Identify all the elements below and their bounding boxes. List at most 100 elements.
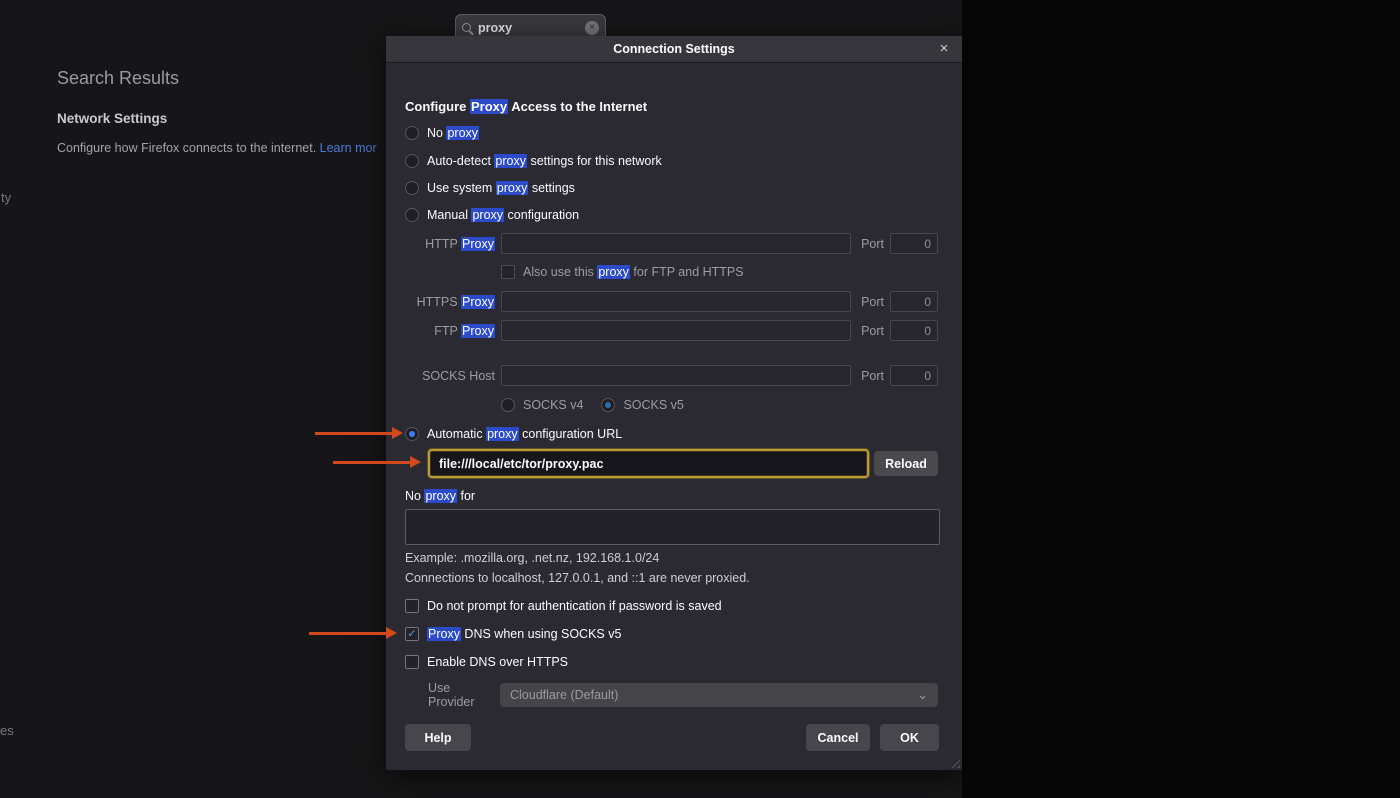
label-highlight: Proxy [427, 627, 461, 641]
label-highlight: proxy [424, 489, 457, 503]
socks-port-input [890, 365, 938, 386]
no-proxy-for-textarea[interactable] [405, 509, 940, 545]
socks-version-row: SOCKS v4 SOCKS v5 [405, 398, 938, 412]
label-pre: HTTPS [417, 295, 461, 309]
ok-button[interactable]: OK [880, 724, 939, 751]
heading-pre: Configure [405, 99, 470, 114]
sidebar-label-fragment-top: ty [1, 190, 11, 205]
also-use-proxy-row: Also use this proxy for FTP and HTTPS [405, 265, 938, 279]
sidebar-label-fragment-bottom: es [0, 723, 14, 738]
reload-button[interactable]: Reload [874, 451, 938, 476]
connection-settings-dialog: Connection Settings × Configure Proxy Ac… [386, 36, 962, 770]
description-text: Configure how Firefox connects to the in… [57, 141, 320, 155]
no-prompt-auth-checkbox[interactable] [405, 599, 419, 613]
label-pre: FTP [434, 324, 461, 338]
close-icon[interactable]: × [935, 40, 953, 58]
provider-row: Use Provider Cloudflare (Default) ⌄ [405, 681, 938, 709]
socks-host-label: SOCKS Host [405, 369, 495, 383]
socks-v4-radio [501, 398, 515, 412]
help-button[interactable]: Help [405, 724, 471, 751]
arrow-shaft [309, 632, 386, 635]
label-post: DNS when using SOCKS v5 [461, 627, 622, 641]
chevron-down-icon: ⌄ [917, 690, 928, 700]
auto-proxy-url-row: Automatic proxy configuration URL [405, 427, 938, 441]
socks-host-row: SOCKS Host Port [405, 365, 938, 386]
provider-value: Cloudflare (Default) [510, 688, 618, 702]
radio-row-auto-detect: Auto-detect proxy settings for this netw… [405, 154, 938, 168]
label-highlight: Proxy [461, 295, 495, 309]
no-proxy-label: No proxy [427, 126, 479, 140]
network-settings-description: Configure how Firefox connects to the in… [57, 141, 390, 155]
label-post: configuration [504, 208, 579, 222]
dialog-titlebar: Connection Settings × [386, 36, 962, 63]
pac-url-input[interactable] [428, 449, 869, 478]
label-highlight: proxy [486, 427, 519, 441]
label-pre: No [427, 126, 446, 140]
https-proxy-input [501, 291, 851, 312]
proxy-dns-label: Proxy DNS when using SOCKS v5 [427, 627, 621, 641]
https-proxy-row: HTTPS Proxy Port [405, 291, 938, 312]
ftp-proxy-input [501, 320, 851, 341]
also-use-proxy-label: Also use this proxy for FTP and HTTPS [523, 265, 744, 279]
use-provider-label: Use Provider [428, 681, 494, 709]
annotation-arrow-pac-url [333, 456, 436, 469]
provider-dropdown: Cloudflare (Default) ⌄ [500, 683, 938, 707]
socks-host-input [501, 365, 851, 386]
http-proxy-input [501, 233, 851, 254]
label-post: settings for this network [527, 154, 662, 168]
proxy-dns-row: ✓ Proxy DNS when using SOCKS v5 [405, 627, 938, 641]
ftp-proxy-row: FTP Proxy Port [405, 320, 938, 341]
pac-url-row: Reload [428, 449, 938, 478]
https-port-input [890, 291, 938, 312]
auto-detect-proxy-radio[interactable] [405, 154, 419, 168]
socks-port-label: Port [861, 369, 884, 383]
arrow-head-icon [392, 427, 403, 439]
socks-v4-label: SOCKS v4 [523, 398, 583, 412]
label-highlight: proxy [471, 208, 504, 222]
socks-v5-label: SOCKS v5 [623, 398, 683, 412]
label-post: settings [528, 181, 575, 195]
label-post: for FTP and HTTPS [630, 265, 744, 279]
label-post: for [457, 489, 475, 503]
label-pre: HTTP [425, 237, 461, 251]
label-pre: No [405, 489, 424, 503]
system-proxy-radio[interactable] [405, 181, 419, 195]
automatic-proxy-label: Automatic proxy configuration URL [427, 427, 622, 441]
ftp-port-label: Port [861, 324, 884, 338]
http-port-input [890, 233, 938, 254]
auto-detect-label: Auto-detect proxy settings for this netw… [427, 154, 662, 168]
learn-more-link[interactable]: Learn mor [320, 141, 377, 155]
resize-handle[interactable] [948, 756, 960, 768]
http-proxy-label: HTTP Proxy [405, 237, 495, 251]
search-input-value[interactable]: proxy [478, 21, 585, 35]
arrow-shaft [333, 461, 410, 464]
localhost-note-text: Connections to localhost, 127.0.0.1, and… [405, 571, 750, 585]
cancel-button[interactable]: Cancel [806, 724, 870, 751]
label-pre: Use system [427, 181, 496, 195]
label-highlight: proxy [597, 265, 630, 279]
label-highlight: proxy [496, 181, 529, 195]
label-pre: Auto-detect [427, 154, 494, 168]
clear-search-icon[interactable]: × [585, 21, 599, 35]
manual-proxy-radio[interactable] [405, 208, 419, 222]
no-prompt-auth-row: Do not prompt for authentication if pass… [405, 599, 938, 613]
search-icon [462, 23, 471, 32]
label-pre: Manual [427, 208, 471, 222]
radio-row-system-proxy: Use system proxy settings [405, 181, 938, 195]
dialog-footer: Help Cancel OK [405, 724, 939, 751]
example-text: Example: .mozilla.org, .net.nz, 192.168.… [405, 551, 659, 565]
label-highlight: proxy [494, 154, 527, 168]
ftp-port-input [890, 320, 938, 341]
http-port-label: Port [861, 237, 884, 251]
arrow-head-icon [386, 627, 397, 639]
annotation-arrow-auto-proxy [315, 427, 418, 440]
window-right-void [962, 0, 1400, 798]
no-proxy-for-label: No proxy for [405, 489, 475, 503]
search-results-title: Search Results [57, 68, 179, 89]
no-proxy-radio[interactable] [405, 126, 419, 140]
label-highlight: Proxy [461, 324, 495, 338]
system-proxy-label: Use system proxy settings [427, 181, 575, 195]
no-prompt-auth-label: Do not prompt for authentication if pass… [427, 599, 722, 613]
doh-checkbox[interactable] [405, 655, 419, 669]
also-use-proxy-checkbox [501, 265, 515, 279]
